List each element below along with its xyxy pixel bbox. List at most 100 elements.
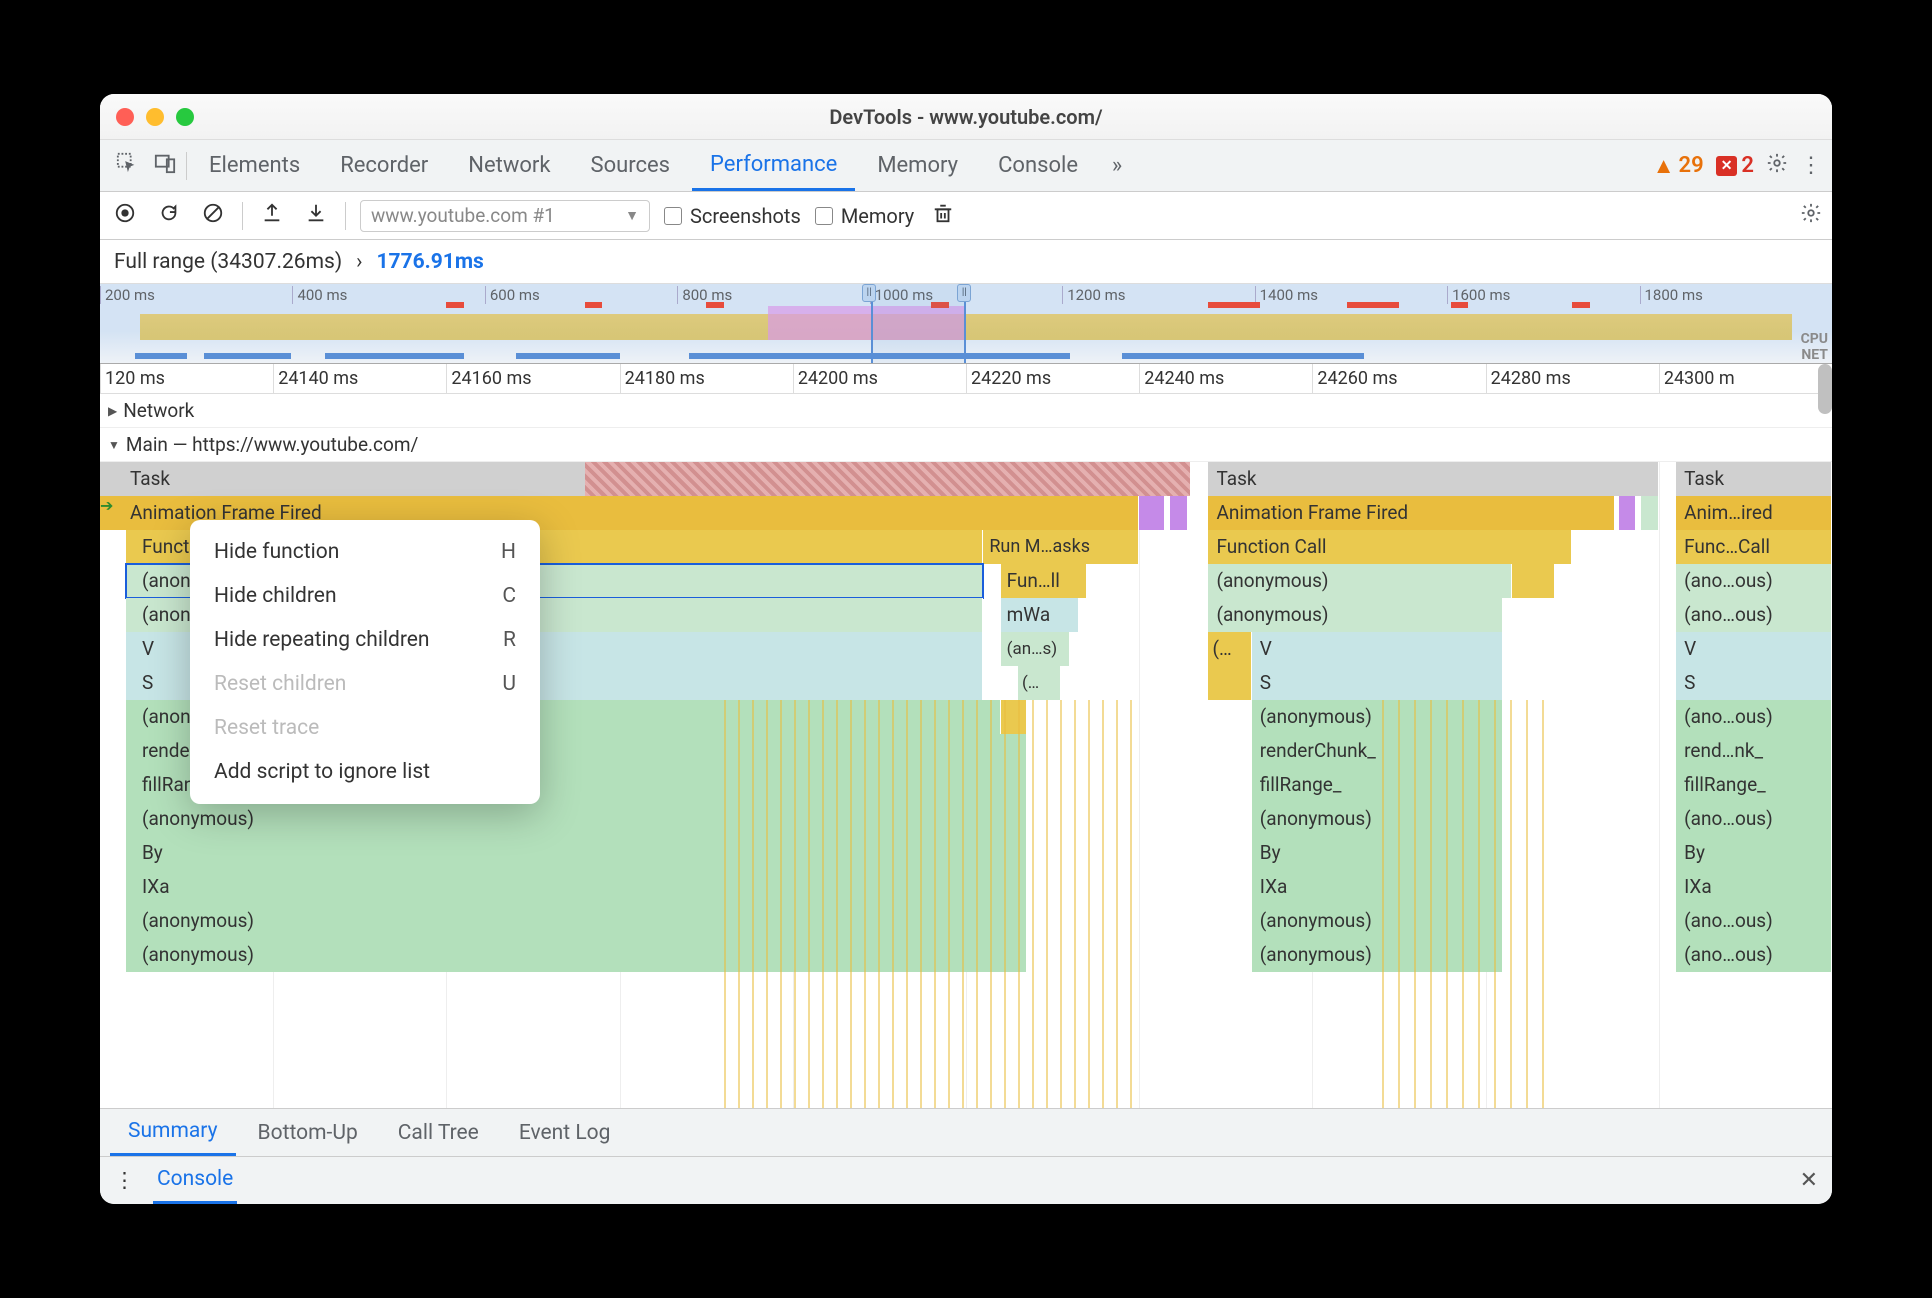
chevron-right-icon: › [356, 250, 362, 274]
selected-range[interactable]: 1776.91ms [376, 250, 483, 274]
drawer-close-icon[interactable]: ✕ [1800, 1168, 1818, 1193]
context-menu: Hide functionH Hide childrenC Hide repea… [190, 520, 540, 804]
flame-anon[interactable]: (ano…ous) [1676, 598, 1832, 632]
flame-event[interactable] [1139, 496, 1165, 530]
scrollbar[interactable] [1818, 364, 1832, 414]
reload-button[interactable] [154, 202, 184, 229]
flame-ixa[interactable]: IXa [1676, 870, 1832, 904]
network-track-header[interactable]: Network [100, 394, 1832, 428]
flame-fill[interactable]: fillRange_ [1252, 768, 1503, 802]
memory-checkbox[interactable]: Memory [815, 204, 914, 228]
screenshots-checkbox[interactable]: Screenshots [664, 204, 801, 228]
tab-sources[interactable]: Sources [573, 140, 689, 191]
cm-add-ignore[interactable]: Add script to ignore list [190, 750, 540, 794]
btab-calltree[interactable]: Call Tree [380, 1109, 497, 1156]
cm-reset-children: Reset childrenU [190, 662, 540, 706]
flame-anon[interactable]: (anonymous) [1252, 802, 1503, 836]
flame-by[interactable]: By [1252, 836, 1503, 870]
drawer-kebab-icon[interactable]: ⋮ [114, 1168, 135, 1193]
flame-anon[interactable]: (anonymous) [1208, 598, 1502, 632]
selection-handle-left[interactable]: || [862, 284, 876, 302]
full-range-label[interactable]: Full range (34307.26ms) [114, 250, 342, 274]
flame-s[interactable]: S [1252, 666, 1503, 700]
flame-task[interactable]: Task [1676, 462, 1832, 496]
flame-anon[interactable]: (ano…ous) [1676, 802, 1832, 836]
device-toggle-icon[interactable] [148, 152, 182, 180]
flame-anon[interactable]: (ano…ous) [1676, 938, 1832, 972]
tab-network[interactable]: Network [450, 140, 568, 191]
divider [186, 152, 187, 180]
flame-event[interactable] [1208, 666, 1251, 700]
settings-icon[interactable] [1766, 152, 1788, 180]
flame-event[interactable] [1170, 496, 1187, 530]
flame-anon[interactable]: (anonymous) [1252, 938, 1503, 972]
flame-anon[interactable]: (anonymous) [1252, 904, 1503, 938]
flame-anon[interactable]: (anonymous) [126, 904, 1027, 938]
flame-by[interactable]: By [1676, 836, 1832, 870]
main-track-header[interactable]: Main — https://www.youtube.com/ [100, 428, 1832, 462]
inspect-icon[interactable] [110, 152, 144, 180]
overview-tick: 200 ms [100, 286, 292, 304]
gc-icon[interactable] [928, 202, 958, 229]
flame-by[interactable]: By [126, 836, 1027, 870]
flame-render[interactable]: rend…nk_ [1676, 734, 1832, 768]
drawer-console-tab[interactable]: Console [153, 1157, 237, 1204]
flame-anon[interactable]: (anonymous) [126, 802, 1027, 836]
flame-anon[interactable]: (ano…ous) [1676, 564, 1832, 598]
flame-mwa[interactable]: mWa [1001, 598, 1079, 632]
cm-hide-repeating[interactable]: Hide repeating childrenR [190, 618, 540, 662]
tab-performance[interactable]: Performance [692, 140, 855, 191]
overview-tick: 1800 ms [1640, 286, 1832, 304]
flame-v[interactable]: V [1676, 632, 1832, 666]
tab-console[interactable]: Console [980, 140, 1096, 191]
flame-fun[interactable]: Fun…ll [1001, 564, 1088, 598]
flame-long-task[interactable] [585, 462, 1191, 496]
flame-ixa[interactable]: IXa [1252, 870, 1503, 904]
flame-dots[interactable]: (… [1208, 632, 1251, 666]
btab-eventlog[interactable]: Event Log [501, 1109, 629, 1156]
flame-render[interactable]: renderChunk_ [1252, 734, 1503, 768]
flame-anon[interactable]: (anonymous) [126, 938, 1027, 972]
flame-s[interactable]: S [1676, 666, 1832, 700]
flame-event[interactable] [1641, 496, 1658, 530]
tab-recorder[interactable]: Recorder [322, 140, 446, 191]
flame-anon[interactable]: (anonymous) [1208, 564, 1511, 598]
capture-settings-icon[interactable] [1800, 202, 1822, 230]
flame-task[interactable]: Task [1208, 462, 1658, 496]
btab-bottomup[interactable]: Bottom-Up [240, 1109, 376, 1156]
recording-selector[interactable]: www.youtube.com #1 ▼ [360, 200, 650, 232]
btab-summary[interactable]: Summary [110, 1109, 236, 1156]
flame-ixa[interactable]: IXa [126, 870, 1027, 904]
flame-anon[interactable]: (ano…ous) [1676, 700, 1832, 734]
flame-event[interactable] [1001, 700, 1027, 734]
cm-hide-children[interactable]: Hide childrenC [190, 574, 540, 618]
warnings-count[interactable]: ▲ 29 [1653, 153, 1704, 179]
flame-dots[interactable]: (… [1018, 666, 1061, 700]
flame-ans[interactable]: (an…s) [1001, 632, 1070, 666]
errors-count[interactable]: ✕2 [1716, 153, 1754, 178]
selection-handle-right[interactable]: || [957, 284, 971, 302]
download-icon[interactable] [301, 202, 331, 229]
flame-v[interactable]: V [1252, 632, 1503, 666]
overview-selection[interactable] [871, 284, 966, 363]
flame-anon[interactable]: (anonymous) [1252, 700, 1503, 734]
kebab-icon[interactable]: ⋮ [1800, 153, 1822, 178]
tab-elements[interactable]: Elements [191, 140, 318, 191]
more-tabs-icon[interactable]: » [1100, 153, 1134, 178]
timeline-overview[interactable]: 200 ms 400 ms 600 ms 800 ms 1000 ms 1200… [100, 284, 1832, 364]
flame-anim[interactable]: Anim…ired [1676, 496, 1832, 530]
flame-fn[interactable]: Func…Call [1676, 530, 1832, 564]
flame-run[interactable]: Run M…asks [983, 530, 1139, 564]
flame-anim[interactable]: Animation Frame Fired [1208, 496, 1615, 530]
flame-fill[interactable]: fillRange_ [1676, 768, 1832, 802]
flame-fn[interactable]: Function Call [1208, 530, 1572, 564]
upload-icon[interactable] [257, 202, 287, 229]
ruler-tick: 24260 ms [1312, 364, 1485, 393]
tab-memory[interactable]: Memory [859, 140, 976, 191]
flame-anon[interactable]: (ano…ous) [1676, 904, 1832, 938]
record-button[interactable] [110, 202, 140, 229]
flame-event[interactable] [1512, 564, 1555, 598]
cm-hide-function[interactable]: Hide functionH [190, 530, 540, 574]
clear-button[interactable] [198, 202, 228, 229]
flame-event[interactable] [1619, 496, 1636, 530]
